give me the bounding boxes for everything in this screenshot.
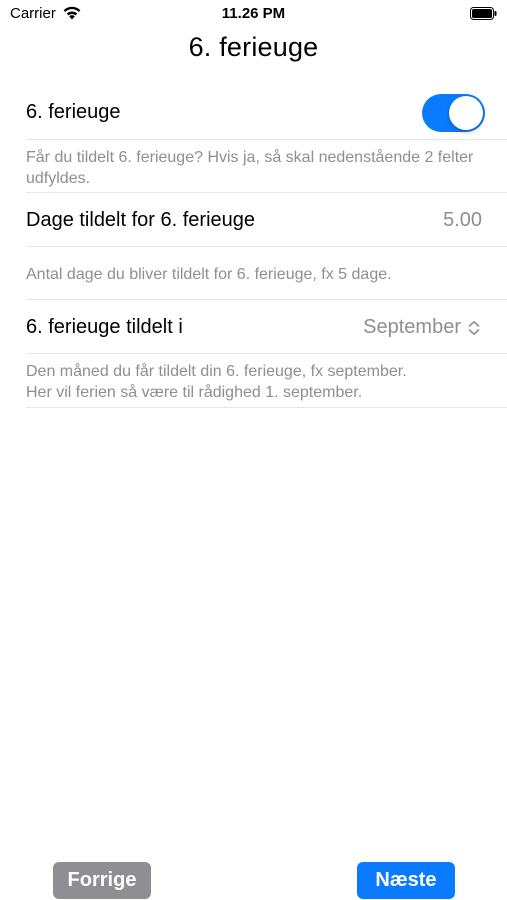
toggle-row-hint: Får du tildelt 6. ferieuge? Hvis ja, så … [26, 149, 474, 187]
days-row-hint: Antal dage du bliver tildelt for 6. feri… [26, 266, 392, 283]
month-row[interactable]: 6. ferieuge tildelt i September [0, 300, 507, 353]
month-row-hint: Den måned du får tildelt din 6. ferieuge… [26, 361, 486, 403]
status-bar: Carrier 11.26 PM [0, 0, 507, 28]
toggle-knob [449, 96, 483, 130]
separator [26, 353, 507, 354]
days-row[interactable]: Dage tildelt for 6. ferieuge 5.00 [0, 193, 507, 246]
days-row-label: Dage tildelt for 6. ferieuge [26, 209, 256, 231]
separator [26, 139, 507, 140]
battery-icon [470, 7, 497, 20]
month-row-label: 6. ferieuge tildelt i [26, 316, 183, 338]
toggle-row-label: 6. ferieuge [26, 101, 121, 123]
previous-button[interactable]: Forrige [53, 862, 151, 899]
month-row-hint-line1: Den måned du får tildelt din 6. ferieuge… [26, 363, 407, 380]
page-title: 6. ferieuge [188, 32, 319, 62]
separator [26, 407, 507, 408]
sixth-week-toggle[interactable] [422, 94, 485, 132]
month-picker-value[interactable]: September [363, 316, 461, 339]
separator [26, 246, 507, 247]
days-value-field[interactable]: 5.00 [443, 209, 482, 232]
status-time: 11.26 PM [221, 5, 286, 22]
month-row-hint-line2: Her vil ferien så være til rådighed 1. s… [26, 384, 363, 401]
chevron-up-down-icon[interactable] [467, 320, 481, 336]
next-button[interactable]: Næste [357, 862, 455, 899]
